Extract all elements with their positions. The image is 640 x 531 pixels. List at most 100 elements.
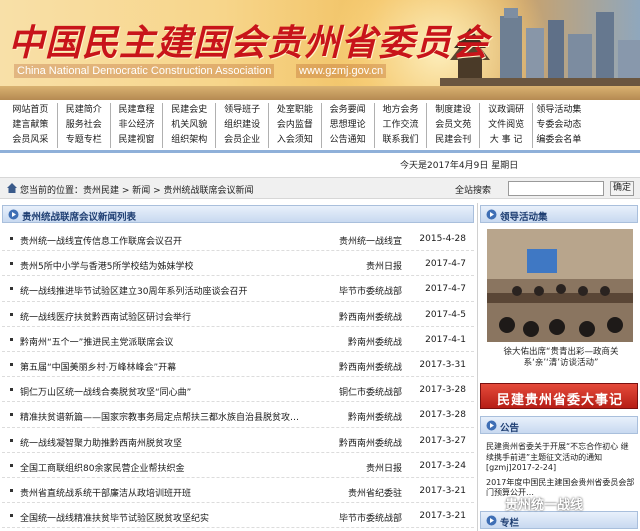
- bullet-icon: [10, 388, 13, 392]
- news-source: 毕节市委统战部: [338, 514, 402, 525]
- news-date: 2017-4-7: [425, 284, 466, 295]
- news-row[interactable]: 贵州统一战线宣传信息工作联席会议召开 贵州统一战线宣 2015-4-28: [2, 226, 474, 252]
- news-title[interactable]: 黔南州“五个一”推进民主党派联席会议: [20, 335, 332, 348]
- news-row[interactable]: 统一战线医疗扶贫黔西南试验区研讨会举行 黔西南州委统战 2017-4-5: [2, 302, 474, 327]
- nav-link[interactable]: 民建会刊: [426, 133, 479, 148]
- nav-link[interactable]: 建言献策: [4, 118, 57, 133]
- nav-link[interactable]: 网站首页: [4, 103, 57, 118]
- news-title[interactable]: 铜仁万山区统一战线合奏脱贫攻坚“同心曲”: [20, 385, 332, 398]
- nav-link[interactable]: 编委会名单: [531, 133, 585, 148]
- news-list: 贵州统一战线宣传信息工作联席会议召开 贵州统一战线宣 2015-4-28 贵州5所中…: [2, 226, 474, 529]
- location-bar: 您当前的位置：贵州民建 > 新闻 > 贵州统战联席会议新闻 全站搜索 确定: [0, 177, 640, 199]
- news-title[interactable]: 精准扶贫谱新篇——国家宗教事务局定点帮扶三都水族自治县脱贫攻…: [20, 410, 332, 423]
- nav-link[interactable]: 会内监督: [267, 118, 321, 133]
- news-title[interactable]: 全国工商联组织80余家民营企业帮扶织金: [20, 461, 332, 474]
- nav-link[interactable]: 民建章程: [109, 103, 163, 118]
- arrow-circle-icon: [486, 515, 497, 526]
- bullet-icon: [10, 488, 13, 492]
- news-title[interactable]: 贵州统一战线宣传信息工作联席会议召开: [20, 234, 332, 247]
- nav-link[interactable]: 专委会动态: [531, 118, 585, 133]
- news-row[interactable]: 精准扶贫谱新篇——国家宗教事务局定点帮扶三都水族自治县脱贫攻… 黔南州委统战 201…: [2, 402, 474, 428]
- nav-link[interactable]: 民建视窗: [109, 133, 163, 148]
- nav-link[interactable]: 文件阅览: [479, 118, 532, 133]
- nav-link[interactable]: 处室职能: [267, 103, 321, 118]
- nav-link[interactable]: 领导活动集: [531, 103, 585, 118]
- notice-item[interactable]: 民建贵州省委关于开展“不忘合作初心 继续携手前进”主题征文活动的通知 [gzmj…: [486, 442, 636, 474]
- bullet-icon: [10, 413, 13, 417]
- current-date: 今天是2017年4月9日 星期日: [400, 161, 519, 171]
- search-label: 全站搜索: [455, 186, 492, 196]
- nav-link[interactable]: 组织架构: [162, 133, 215, 148]
- nav-link[interactable]: 地方会务: [373, 103, 427, 118]
- nav-link[interactable]: 专题专栏: [56, 133, 110, 148]
- leader-activity-caption[interactable]: 徐大佑出席“贵青出彩—政商关系‘亲’‘清’访谈活动”: [486, 347, 636, 369]
- bullet-icon: [10, 262, 13, 266]
- news-source: 黔南州委统战: [347, 413, 402, 424]
- nav-link[interactable]: 组织建设: [215, 118, 268, 133]
- news-row[interactable]: 全国统一战线精准扶贫毕节试验区脱贫攻坚纪实 毕节市委统战部 2017-3-21: [2, 503, 474, 529]
- leader-activity-header: 领导活动集: [480, 205, 638, 223]
- news-source: 贵州日报: [365, 262, 402, 273]
- news-date: 2017-4-7: [425, 259, 466, 270]
- nav-link[interactable]: 非公经济: [109, 118, 163, 133]
- promo-banner-chronicle[interactable]: 民建贵州省委大事记: [480, 383, 638, 409]
- site-banner: 中国民主建国会贵州省委员会 China National Democratic …: [0, 0, 640, 100]
- nav-link[interactable]: 机关风貌: [162, 118, 215, 133]
- leader-activity-photo[interactable]: [487, 229, 633, 342]
- news-source: 黔西南州委统战: [338, 438, 402, 449]
- nav-link[interactable]: 大 事 记: [479, 133, 532, 148]
- news-title[interactable]: 统一战线凝智聚力助推黔西南州脱贫攻坚: [20, 436, 332, 449]
- nav-link[interactable]: 民建会史: [162, 103, 215, 118]
- site-title: 中国民主建国会贵州省委员会: [8, 22, 490, 64]
- news-row[interactable]: 黔南州“五个一”推进民主党派联席会议 黔南州委统战 2017-4-1: [2, 327, 474, 352]
- news-row[interactable]: 贵州省直统战系统干部廉洁从政培训班开班 贵州省纪委驻 2017-3-21: [2, 478, 474, 504]
- search-input[interactable]: [508, 181, 604, 196]
- news-row[interactable]: 统一战线推进毕节试验区建立30周年系列活动座谈会召开 毕节市委统战部 2017-4-…: [2, 276, 474, 302]
- news-title[interactable]: 贵州5所中小学与香港5所学校结为姊妹学校: [20, 259, 332, 272]
- news-date: 2017-3-21: [419, 485, 466, 496]
- column-title: 专栏: [500, 518, 520, 529]
- nav-link[interactable]: 服务社会: [56, 118, 110, 133]
- nav-link[interactable]: 思想理论: [320, 118, 374, 133]
- news-date: 2017-3-28: [419, 410, 466, 421]
- nav-link[interactable]: 会员企业: [215, 133, 268, 148]
- news-date: 2017-3-27: [419, 435, 466, 446]
- nav-link[interactable]: 会务要闻: [320, 103, 374, 118]
- nav-link[interactable]: 议政调研: [479, 103, 532, 118]
- news-title[interactable]: 贵州省直统战系统干部廉洁从政培训班开班: [20, 486, 332, 499]
- news-title[interactable]: 统一战线医疗扶贫黔西南试验区研讨会举行: [20, 310, 332, 323]
- search-button[interactable]: 确定: [610, 181, 634, 196]
- nav-link[interactable]: 领导班子: [215, 103, 268, 118]
- nav-link[interactable]: 联系我们: [373, 133, 427, 148]
- news-row[interactable]: 第五届“中国美丽乡村·万峰林峰会”开幕 黔西南州委统战 2017-3-31: [2, 352, 474, 378]
- news-source: 黔西南州委统战: [338, 362, 402, 373]
- nav-link[interactable]: 制度建设: [426, 103, 479, 118]
- site-english-name: China National Democratic Construction A…: [14, 64, 275, 78]
- news-date: 2017-3-28: [419, 385, 466, 396]
- news-row[interactable]: 贵州5所中小学与香港5所学校结为姊妹学校 贵州日报 2017-4-7: [2, 251, 474, 277]
- notice-header: 公告: [480, 416, 638, 434]
- column-header: 专栏: [480, 511, 638, 529]
- news-date: 2017-3-21: [419, 511, 466, 522]
- nav-link[interactable]: 会员文苑: [426, 118, 479, 133]
- bullet-icon: [10, 463, 13, 467]
- meeting-photo-image: [487, 229, 633, 342]
- arrow-circle-icon: [486, 420, 497, 431]
- main-nav: 网站首页 民建简介 民建章程 民建会史 领导班子 处室职能 会务要闻 地方会务 …: [4, 103, 638, 151]
- news-row[interactable]: 统一战线凝智聚力助推黔西南州脱贫攻坚 黔西南州委统战 2017-3-27: [2, 428, 474, 453]
- news-title[interactable]: 统一战线推进毕节试验区建立30周年系列活动座谈会召开: [20, 284, 332, 297]
- news-row[interactable]: 全国工商联组织80余家民营企业帮扶织金 贵州日报 2017-3-24: [2, 453, 474, 478]
- news-source: 贵州日报: [365, 463, 402, 474]
- bullet-icon: [10, 312, 13, 316]
- nav-link[interactable]: 会员风采: [4, 133, 57, 148]
- arrow-circle-icon: [8, 209, 19, 220]
- news-title[interactable]: 第五届“中国美丽乡村·万峰林峰会”开幕: [20, 360, 332, 373]
- nav-link[interactable]: 工作交流: [373, 118, 427, 133]
- news-list-title: 贵州统战联席会议新闻列表: [22, 212, 137, 223]
- news-source: 贵州省纪委驻: [347, 488, 402, 499]
- nav-link[interactable]: 民建简介: [56, 103, 110, 118]
- news-title[interactable]: 全国统一战线精准扶贫毕节试验区脱贫攻坚纪实: [20, 511, 332, 524]
- nav-link[interactable]: 入会须知: [267, 133, 321, 148]
- news-row[interactable]: 铜仁万山区统一战线合奏脱贫攻坚“同心曲” 铜仁市委统战部 2017-3-28: [2, 377, 474, 403]
- nav-link[interactable]: 公告通知: [320, 133, 374, 148]
